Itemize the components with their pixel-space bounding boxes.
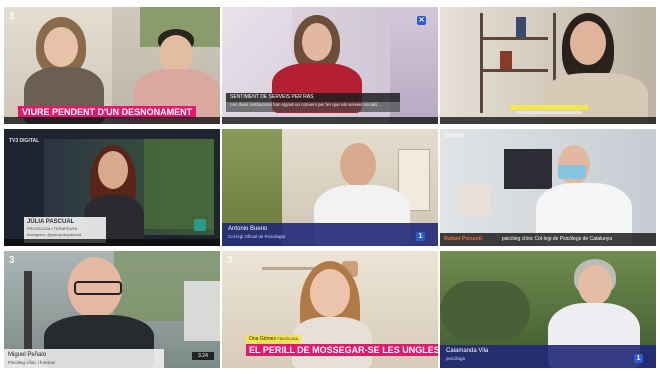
video-tile-3[interactable] [440, 7, 656, 124]
channel-logo: 3 [9, 11, 15, 22]
face-mask [558, 165, 586, 179]
person-head [98, 151, 128, 189]
video-tile-4[interactable]: TV3 DIGITAL JÚLIA PASCUAL PSICÒLOGA I TE… [4, 129, 220, 246]
player-controls[interactable] [4, 117, 220, 124]
video-tile-8[interactable]: 3 Ona Gómez PSICÒLOGA EL PERILL DE MOSSE… [222, 251, 438, 368]
person-name: Ona Gómez PSICÒLOGA [246, 335, 301, 343]
channel-badge-icon: 1 [416, 232, 425, 241]
person-role: psicòleg clínic Col·legi de Psicòlegs de… [502, 236, 613, 242]
palm-plants [144, 139, 214, 229]
monitor [504, 149, 552, 189]
video-tile-5[interactable]: Antonio Bueno Col·legi Oficial de Psicol… [222, 129, 438, 246]
video-tile-9[interactable]: Calamanda Vila psicòloga 1 [440, 251, 656, 368]
video-grid: 3 VIURE PENDENT D'UN DESNONAMENT ✕ SENTI… [4, 7, 656, 369]
person-name: Miguel Peñalo [8, 352, 47, 358]
video-tile-7[interactable]: 3 Miguel Peñalo Psicòleg clínic i forens… [4, 251, 220, 368]
video-tile-1[interactable]: 3 VIURE PENDENT D'UN DESNONAMENT [4, 7, 220, 124]
person-head [578, 265, 612, 305]
person-role: PSICÒLOGA I TERAPEUTA [27, 226, 78, 231]
books [500, 51, 512, 69]
person-role: psicòloga [446, 356, 466, 361]
person-handle: Instagram: @psicojuliapascual [27, 232, 82, 237]
person-head [310, 269, 350, 317]
bushes [440, 281, 530, 341]
player-controls[interactable] [440, 117, 656, 124]
person-name: Calamanda Vila [446, 348, 489, 354]
person-role: Psicòleg clínic i forense [8, 360, 56, 365]
person-role: PSICÒLOGA [277, 337, 298, 341]
video-tile-2[interactable]: ✕ SENTIMENT DE SERVEIS PER RAS Les dues … [222, 7, 438, 124]
corner-mark: 3.24 [192, 352, 214, 360]
person-head [159, 35, 193, 73]
books [516, 17, 526, 37]
person-head [340, 143, 376, 187]
app-icon [194, 219, 206, 231]
person-head [302, 23, 332, 61]
person-name: JÚLIA PASCUAL [27, 219, 75, 225]
subtitle-strip: Les dues institucions han signat un conv… [226, 102, 400, 112]
channel-logo: 3 [227, 255, 233, 266]
desk-item [460, 185, 490, 215]
person-head [570, 21, 606, 65]
shelf [482, 37, 548, 40]
channel-badge-icon: ✕ [417, 16, 426, 25]
caption-sub [516, 111, 582, 114]
channel-logo: betevé [445, 133, 465, 139]
person-body [292, 317, 372, 368]
video-tile-6[interactable]: betevé Rafael Ponsetí psicòleg clínic Co… [440, 129, 656, 246]
headline-banner: EL PERILL DE MOSSEGAR-SE LES UNGLES [246, 344, 438, 356]
person-role: Col·legi Oficial de Psicologia [228, 234, 286, 239]
channel-logo: TV3 DIGITAL [9, 138, 40, 144]
person-head [44, 27, 78, 67]
person-name: Antonio Bueno [228, 226, 268, 232]
player-controls[interactable] [4, 239, 220, 246]
person-name: Rafael Ponsetí [444, 236, 482, 242]
pole [24, 271, 32, 361]
shelf [482, 69, 548, 72]
caption-highlight [510, 105, 588, 110]
building [184, 281, 220, 341]
channel-logo: 3 [9, 255, 15, 266]
channel-badge-icon: 1 [634, 354, 643, 363]
player-controls[interactable] [222, 117, 438, 124]
person-name-text: Ona Gómez [249, 336, 276, 342]
glasses [74, 281, 122, 295]
headline-strip: SENTIMENT DE SERVEIS PER RAS [226, 93, 400, 102]
